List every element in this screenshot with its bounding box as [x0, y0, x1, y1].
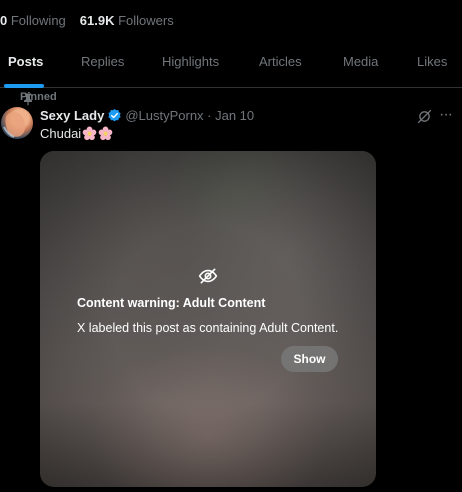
verified-badge-icon: [108, 108, 121, 122]
tab-highlights[interactable]: Highlights: [162, 38, 219, 87]
cherry-blossom-icon: [98, 126, 113, 141]
followers-link[interactable]: 61.9K Followers: [80, 13, 174, 28]
post-text: Chudai: [40, 126, 113, 141]
profile-tabs: Posts Replies Highlights Articles Media …: [0, 38, 462, 88]
eye-slash-icon: [198, 268, 218, 284]
clipped-text-remnant: [0, 0, 462, 2]
tab-media[interactable]: Media: [343, 38, 378, 87]
cherry-blossom-icon: [82, 126, 97, 141]
grok-icon[interactable]: [416, 108, 433, 125]
avatar[interactable]: [1, 107, 33, 139]
tab-articles[interactable]: Articles: [259, 38, 302, 87]
tab-replies[interactable]: Replies: [81, 38, 124, 87]
content-warning-title: Content warning: Adult Content: [77, 296, 266, 310]
following-link[interactable]: 0 Following: [0, 13, 66, 28]
active-tab-indicator: [4, 84, 44, 88]
blurred-media[interactable]: Content warning: Adult Content X labeled…: [40, 151, 376, 487]
tab-posts[interactable]: Posts: [8, 38, 43, 87]
more-options-icon[interactable]: ···: [439, 106, 453, 124]
show-button[interactable]: Show: [281, 346, 338, 372]
post-header: Sexy Lady @LustyPornx · Jan 10: [40, 108, 254, 123]
pinned-label: Pinned: [20, 91, 57, 103]
content-warning-body: X labeled this post as containing Adult …: [77, 321, 339, 335]
follow-stats: 0 Following 61.9K Followers: [0, 13, 174, 28]
author-name[interactable]: Sexy Lady: [40, 108, 104, 123]
tab-likes[interactable]: Likes: [417, 38, 447, 87]
post-text-content: Chudai: [40, 126, 82, 141]
author-handle-date[interactable]: @LustyPornx · Jan 10: [125, 108, 254, 123]
